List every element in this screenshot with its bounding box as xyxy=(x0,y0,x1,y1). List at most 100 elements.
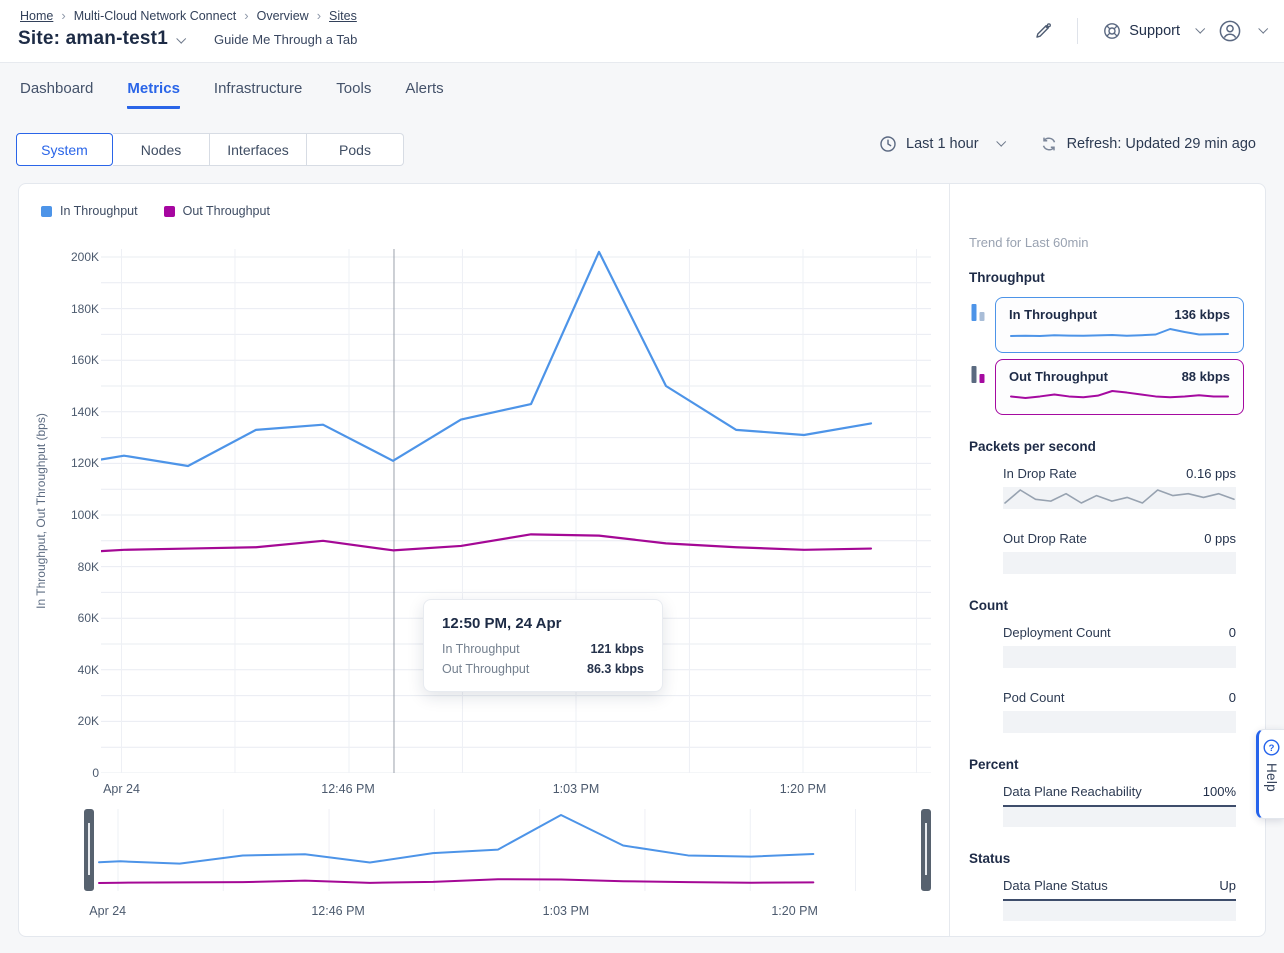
trend-section-title: Packets per second xyxy=(969,439,1244,454)
chart-controls: Last 1 hour Refresh: Updated 29 min ago xyxy=(879,135,1256,153)
site-selector[interactable] xyxy=(168,30,184,48)
metric-sparkline xyxy=(1003,899,1236,921)
y-axis-tick: 0 xyxy=(39,766,99,780)
metric-value: 88 kbps xyxy=(1182,369,1230,384)
trend-section-title: Count xyxy=(969,598,1244,613)
metrics-card: In Throughput Out Throughput In Throughpu… xyxy=(18,183,1266,937)
subtab-interfaces[interactable]: Interfaces xyxy=(210,133,307,166)
metric-sparkline xyxy=(1009,388,1230,404)
chevron-down-icon xyxy=(176,34,186,44)
trend-metric-row: Pod Count 0 xyxy=(1003,690,1236,733)
tab-metrics[interactable]: Metrics xyxy=(127,80,180,109)
trend-sections: Throughput In Throughput 136 kbps Out Throu… xyxy=(969,270,1244,921)
breadcrumb-item[interactable]: Sites xyxy=(329,9,357,23)
brush-grip xyxy=(88,823,90,875)
trend-section-title: Throughput xyxy=(969,270,1244,285)
brush-handle-right[interactable] xyxy=(921,809,931,891)
header-divider xyxy=(1077,18,1078,44)
throughput-line-chart[interactable] xyxy=(101,249,931,773)
account-menu[interactable] xyxy=(1217,18,1266,44)
column-chart-icon[interactable] xyxy=(969,300,987,326)
tab-tools[interactable]: Tools xyxy=(336,80,371,109)
legend-item[interactable]: In Throughput xyxy=(41,204,138,218)
metric-sparkline xyxy=(1003,487,1236,509)
trend-metric-card[interactable]: In Throughput 136 kbps xyxy=(995,297,1244,353)
breadcrumb-separator-icon: › xyxy=(61,8,65,23)
metric-row-header: Out Drop Rate0 pps xyxy=(1003,531,1236,546)
page-title: Site: aman-test1 xyxy=(18,28,168,50)
tab-dashboard[interactable]: Dashboard xyxy=(20,80,93,109)
clock-icon xyxy=(879,135,897,153)
legend-label: Out Throughput xyxy=(183,204,270,218)
metric-value: 136 kbps xyxy=(1174,307,1230,322)
trend-metric-row: Data Plane StatusUp xyxy=(1003,878,1236,921)
metric-label: Data Plane Reachability xyxy=(1003,784,1142,799)
pencil-icon[interactable] xyxy=(1033,21,1053,41)
trend-heading: Trend for Last 60min xyxy=(969,235,1244,250)
y-axis-tick: 160K xyxy=(39,353,99,367)
time-range-select[interactable]: Last 1 hour xyxy=(879,135,1004,153)
subtab-pods[interactable]: Pods xyxy=(307,133,404,166)
refresh-button[interactable]: Refresh: Updated 29 min ago xyxy=(1040,135,1256,153)
tab-alerts[interactable]: Alerts xyxy=(405,80,443,109)
subtab-system[interactable]: System xyxy=(16,133,113,166)
x-axis-tick: Apr 24 xyxy=(103,782,140,796)
y-axis-tick: 100K xyxy=(39,508,99,522)
metric-card-header: Out Throughput 88 kbps xyxy=(1009,369,1230,384)
metric-row-header: Pod Count 0 xyxy=(1003,690,1236,705)
legend-label: In Throughput xyxy=(60,204,138,218)
trend-section: StatusData Plane StatusUp xyxy=(969,851,1244,921)
chart-legend: In Throughput Out Throughput xyxy=(41,204,270,218)
refresh-status: Refresh: Updated 29 min ago xyxy=(1067,136,1256,152)
trend-panel: Trend for Last 60min Throughput In Throug… xyxy=(949,184,1266,937)
brush-x-axis-tick: 1:03 PM xyxy=(543,904,590,918)
metric-row-header: Data Plane Reachability 100% xyxy=(1003,784,1236,799)
x-axis-tick: 12:46 PM xyxy=(321,782,375,796)
legend-swatch xyxy=(41,206,52,217)
brush-chart[interactable] xyxy=(84,809,931,891)
brush-handle-left[interactable] xyxy=(84,809,94,891)
brush-grip xyxy=(925,823,927,875)
tooltip-row: In Throughput121 kbps xyxy=(442,642,644,656)
y-axis-tick: 120K xyxy=(39,456,99,470)
trend-metric-row: Out Drop Rate0 pps xyxy=(1003,531,1236,574)
metric-value: 0 xyxy=(1229,690,1236,705)
y-axis-tick: 200K xyxy=(39,250,99,264)
support-label: Support xyxy=(1129,23,1180,39)
guide-me-link[interactable]: Guide Me Through a Tab xyxy=(214,32,357,47)
refresh-icon xyxy=(1040,135,1058,153)
x-axis-tick: 1:03 PM xyxy=(553,782,600,796)
tab-infrastructure[interactable]: Infrastructure xyxy=(214,80,302,109)
help-tab[interactable]: ? Help xyxy=(1256,729,1284,819)
metric-card-row: In Throughput 136 kbps xyxy=(969,297,1244,353)
tooltip-timestamp: 12:50 PM, 24 Apr xyxy=(442,615,644,632)
legend-swatch xyxy=(164,206,175,217)
help-question-icon: ? xyxy=(1263,739,1280,756)
support-menu[interactable]: Support xyxy=(1102,21,1203,41)
metric-sparkline xyxy=(1003,805,1236,827)
metric-label: Out Throughput xyxy=(1009,369,1108,384)
trend-metric-card[interactable]: Out Throughput 88 kbps xyxy=(995,359,1244,415)
legend-item[interactable]: Out Throughput xyxy=(164,204,270,218)
y-axis-tick: 20K xyxy=(39,714,99,728)
breadcrumb-item[interactable]: Multi-Cloud Network Connect xyxy=(74,9,237,23)
metric-sparkline xyxy=(1003,552,1236,574)
life-buoy-icon xyxy=(1102,21,1122,41)
metric-label: Pod Count xyxy=(1003,690,1064,705)
subtab-nodes[interactable]: Nodes xyxy=(113,133,210,166)
help-label: Help xyxy=(1264,763,1279,792)
breadcrumb-item[interactable]: Overview xyxy=(257,9,309,23)
breadcrumb-item[interactable]: Home xyxy=(20,9,53,23)
metric-value: Up xyxy=(1219,878,1236,893)
tooltip-rows: In Throughput121 kbpsOut Throughput86.3 … xyxy=(442,642,644,676)
trend-metric-row: Data Plane Reachability 100% xyxy=(1003,784,1236,827)
svg-text:?: ? xyxy=(1269,743,1275,754)
column-chart-icon[interactable] xyxy=(969,362,987,388)
title-row: Site: aman-test1 Guide Me Through a Tab xyxy=(18,28,357,50)
metric-label: In Throughput xyxy=(1009,307,1097,322)
y-axis-tick: 40K xyxy=(39,663,99,677)
metric-value: 100% xyxy=(1203,784,1236,799)
metric-value: 0.16 pps xyxy=(1186,466,1236,481)
breadcrumb-separator-icon: › xyxy=(244,8,248,23)
header-actions: Support xyxy=(1033,14,1266,48)
